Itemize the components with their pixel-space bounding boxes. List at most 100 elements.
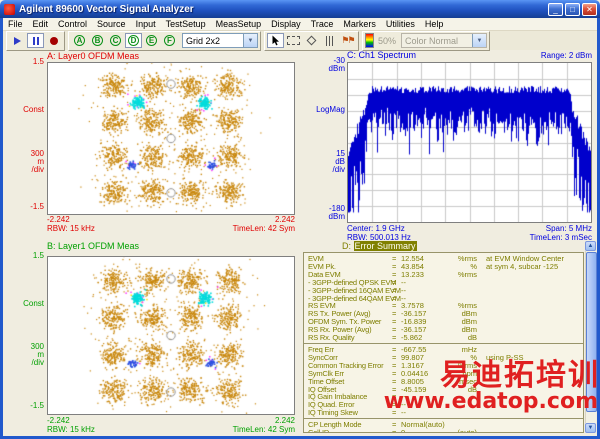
panel-d-title-prefix: D: (342, 241, 354, 251)
panel-d-title[interactable]: Error Summary (354, 241, 417, 251)
menu-file[interactable]: File (3, 19, 28, 29)
panel-b-constellation-plot[interactable] (47, 256, 295, 415)
record-button[interactable] (45, 33, 62, 48)
trace-button-c[interactable]: C (107, 33, 124, 48)
panel-a-constellation-plot[interactable] (47, 62, 295, 215)
grid-layout-select[interactable]: Grid 2x2 ▼ (182, 33, 258, 48)
app-icon (4, 4, 15, 15)
trace-button-d[interactable]: D (125, 33, 142, 48)
menu-bar: FileEditControlSourceInputTestSetupMeasS… (3, 18, 597, 31)
menu-display[interactable]: Display (266, 19, 306, 29)
chevron-down-icon[interactable]: ▼ (472, 34, 486, 47)
panel-b-x-max: 2.242 (275, 416, 295, 425)
vertical-lines-icon (326, 36, 333, 46)
marquee-icon (287, 36, 300, 45)
color-mode-value: Color Normal (402, 36, 472, 46)
scroll-up-button[interactable]: ▲ (585, 241, 596, 251)
panel-a-timelen: TimeLen: 42 Sym (233, 224, 295, 233)
close-button[interactable]: ✕ (582, 3, 597, 16)
panel-c-y-axis-label: -180dBm (300, 205, 345, 221)
flag-icon: ⚑⚑ (341, 35, 353, 46)
menu-testsetup[interactable]: TestSetup (161, 19, 211, 29)
band-marker-tool-button[interactable] (321, 33, 338, 48)
flag-marker-tool-button[interactable]: ⚑⚑ (339, 33, 356, 48)
trace-select-group: ABCDEF Grid 2x2 ▼ (68, 31, 261, 51)
panel-c-span: Span: 5 MHz (546, 224, 592, 233)
zoom-select-tool-button[interactable] (285, 33, 302, 48)
panel-b-x-min: -2.242 (47, 416, 70, 425)
error-summary-row: EVM Pk.=43.854%at sym 4, subcar -125 (304, 263, 583, 271)
maximize-button[interactable]: □ (565, 3, 580, 16)
panel-b-y-axis-label: 1.5 (4, 252, 44, 260)
pointer-tool-button[interactable] (267, 33, 284, 48)
trace-button-f[interactable]: F (161, 33, 178, 48)
arrow-cursor-icon (271, 35, 280, 46)
menu-markers[interactable]: Markers (338, 19, 381, 29)
menu-source[interactable]: Source (92, 19, 131, 29)
trace-button-e[interactable]: E (143, 33, 160, 48)
record-icon (50, 37, 58, 45)
diamond-icon (307, 36, 317, 46)
scroll-down-button[interactable]: ▼ (585, 423, 596, 433)
error-summary-row: Cell ID=0(auto) (304, 429, 583, 433)
play-button[interactable] (9, 33, 26, 48)
colormap-percent-label: 50% (378, 36, 396, 46)
trace-buttons: ABCDEF (71, 33, 178, 48)
menu-control[interactable]: Control (53, 19, 92, 29)
panel-c-range: Range: 2 dBm (541, 51, 592, 60)
chevron-down-icon[interactable]: ▼ (243, 34, 257, 47)
color-group: 50% Color Normal ▼ (362, 31, 490, 51)
trace-button-a[interactable]: A (71, 33, 88, 48)
color-mode-select[interactable]: Color Normal ▼ (401, 33, 487, 48)
offset-marker-tool-button[interactable] (303, 33, 320, 48)
panel-c-center: Center: 1.9 GHz (347, 224, 405, 233)
menu-edit[interactable]: Edit (28, 19, 54, 29)
error-summary-row: - 3GPP-defined 64QAM EVM=-- (304, 295, 583, 303)
panel-a-x-min: -2.242 (47, 215, 70, 224)
trace-button-b[interactable]: B (89, 33, 106, 48)
constellation-canvas-b (48, 257, 294, 414)
panel-b-rbw: RBW: 15 kHz (47, 425, 95, 434)
menu-input[interactable]: Input (131, 19, 161, 29)
error-summary-row: RS Rx. Quality=-5.862dB (304, 334, 583, 342)
watermark-text: 易迪拓培训 (440, 350, 600, 394)
grid-layout-value: Grid 2x2 (183, 36, 243, 46)
marker-tools-group: ⚑⚑ (264, 31, 359, 51)
panel-a-y-axis-label: -1.5 (4, 203, 44, 211)
window-border-left (0, 18, 3, 439)
menu-help[interactable]: Help (420, 19, 449, 29)
panel-a-title: A: Layer0 OFDM Meas (47, 51, 139, 61)
panel-b-y-axis-label: Const (4, 300, 44, 308)
window-title: Agilent 89600 Vector Signal Analyzer (19, 4, 548, 15)
toolbar: ABCDEF Grid 2x2 ▼ ⚑⚑ 50% Color Normal ▼ (3, 31, 597, 50)
panel-a-y-axis-label: 1.5 (4, 58, 44, 66)
panel-a-y-axis-label: 300m/div (4, 150, 44, 174)
panel-c-title: C: Ch1 Spectrum (347, 51, 416, 60)
panel-c-y-axis-label: -30dBm (300, 57, 345, 73)
panel-a-y-axis-label: Const (4, 106, 44, 114)
panel-b-y-axis-label: 300m/div (4, 343, 44, 367)
panel-a-rbw: RBW: 15 kHz (47, 224, 95, 233)
watermark-url: www.edatop.com (384, 389, 598, 414)
transport-group (6, 31, 65, 51)
play-icon (14, 37, 21, 45)
menu-utilities[interactable]: Utilities (381, 19, 420, 29)
pause-icon (33, 37, 39, 45)
error-summary-row: CP Length Mode=Normal(auto) (304, 421, 583, 429)
panel-c-spectrum-plot[interactable] (347, 62, 592, 223)
menu-trace[interactable]: Trace (306, 19, 339, 29)
panel-b-y-axis-label: -1.5 (4, 402, 44, 410)
menu-meassetup[interactable]: MeasSetup (211, 19, 267, 29)
panel-c-y-axis-label: LogMag (300, 106, 345, 114)
pause-button[interactable] (27, 33, 44, 48)
spectrum-canvas (348, 63, 591, 222)
panel-a-x-max: 2.242 (275, 215, 295, 224)
panel-c-y-axis-label: 15dB/div (300, 150, 345, 174)
application-window: Agilent 89600 Vector Signal Analyzer _ □… (0, 0, 600, 439)
color-scale-icon (365, 33, 374, 48)
minimize-button[interactable]: _ (548, 3, 563, 16)
panel-b-timelen: TimeLen: 42 Sym (233, 425, 295, 434)
constellation-canvas-a (48, 63, 294, 214)
window-titlebar[interactable]: Agilent 89600 Vector Signal Analyzer _ □… (0, 0, 600, 18)
panel-c-timelen: TimeLen: 3 mSec (530, 233, 592, 242)
